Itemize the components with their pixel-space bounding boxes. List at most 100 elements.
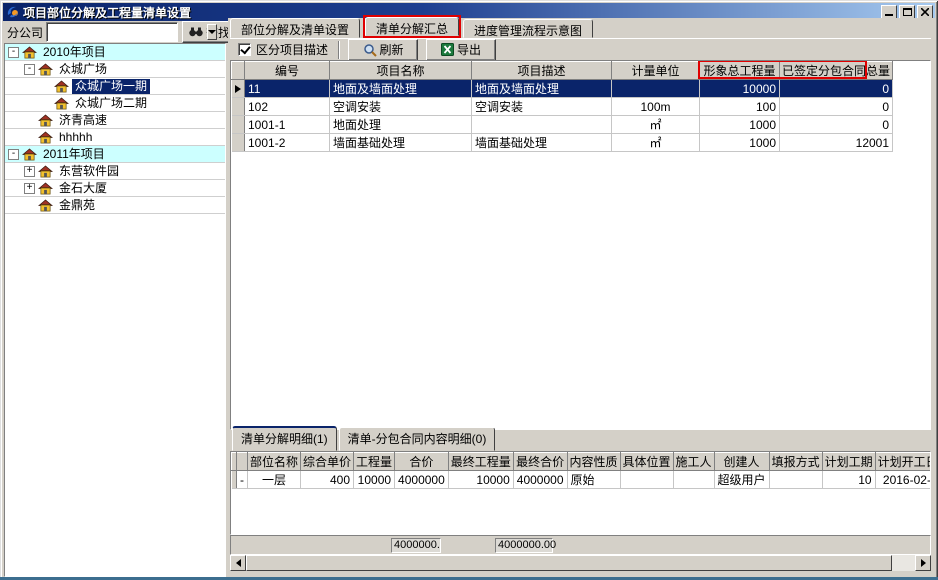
horizontal-scrollbar[interactable] [230, 555, 931, 571]
col-header-code[interactable]: 编号 [245, 62, 330, 80]
cell-unit-price[interactable]: 400 [301, 471, 354, 489]
tab-list-summary[interactable]: 清单分解汇总 [365, 17, 459, 36]
tree-item-label[interactable]: hhhhh [56, 130, 95, 145]
cell-desc[interactable]: 墙面基础处理 [472, 134, 612, 152]
cell-unit[interactable] [612, 80, 700, 98]
cell-code[interactable]: 102 [245, 98, 330, 116]
cell-total-qty[interactable]: 1000 [700, 134, 780, 152]
cell-report-mode[interactable] [769, 471, 822, 489]
cell-location[interactable] [620, 471, 673, 489]
tree-item-label-selected[interactable]: 众城广场一期 [72, 79, 150, 94]
col-header-unit[interactable]: 计量单位 [612, 62, 700, 80]
cell-unit[interactable]: ㎡ [612, 134, 700, 152]
table-row[interactable]: 102 空调安装 空调安装 100m 100 0 [232, 98, 893, 116]
tree-item-zhongcheng-phase1[interactable]: 众城广场一期 [5, 78, 225, 95]
cell-constructor[interactable] [673, 471, 714, 489]
cell-code[interactable]: 11 [245, 80, 330, 98]
cell-name[interactable]: 空调安装 [330, 98, 472, 116]
tree-item-label[interactable]: 众城广场二期 [72, 96, 150, 111]
cell-desc[interactable] [472, 116, 612, 134]
distinguish-description-checkbox-row[interactable]: 区分项目描述 [230, 41, 338, 58]
combobox-dropdown-button[interactable] [207, 24, 217, 40]
col-header-quantity[interactable]: 工程量 [354, 453, 395, 471]
scroll-left-button[interactable] [230, 555, 246, 571]
checkbox-icon[interactable] [238, 43, 251, 56]
col-header-amount[interactable]: 合价 [395, 453, 449, 471]
cell-subcontract-total[interactable]: 12001 [780, 134, 893, 152]
cell-unit[interactable]: ㎡ [612, 116, 700, 134]
col-header-plan-start-date[interactable]: 计划开工日期 [875, 453, 931, 471]
tree-item-2010[interactable]: - 2010年项目 [5, 44, 225, 61]
tree-item-label[interactable]: 东营软件园 [56, 164, 122, 179]
tree-item-label[interactable]: 金鼎苑 [56, 198, 98, 213]
cell-name[interactable]: 墙面基础处理 [330, 134, 472, 152]
col-header-report-mode[interactable]: 填报方式 [769, 453, 822, 471]
tree-item-zhongcheng[interactable]: - 众城广场 [5, 61, 225, 78]
branch-input[interactable] [47, 23, 206, 41]
cell-unit[interactable]: 100m [612, 98, 700, 116]
tab-list-detail[interactable]: 清单分解明细(1) [232, 426, 337, 451]
col-header-name[interactable]: 项目名称 [330, 62, 472, 80]
tree-item-label[interactable]: 济青高速 [56, 113, 110, 128]
tree-item-label[interactable]: 金石大厦 [56, 181, 110, 196]
cell-plan-start-date[interactable]: 2016-02-01 [875, 471, 931, 489]
col-header-part-name[interactable]: 部位名称 [248, 453, 301, 471]
tree-item-label[interactable]: 2011年项目 [40, 147, 108, 162]
tree-item-jinshi[interactable]: + 金石大厦 [5, 180, 225, 197]
col-header-final-amount[interactable]: 最终合价 [513, 453, 567, 471]
tree-item-zhongcheng-phase2[interactable]: 众城广场二期 [5, 95, 225, 112]
close-button[interactable] [917, 5, 933, 19]
cell-creator[interactable]: 超级用户 [714, 471, 769, 489]
tab-part-breakdown[interactable]: 部位分解及清单设置 [230, 18, 360, 38]
cell-final-amount[interactable]: 4000000 [513, 471, 567, 489]
col-header-subcontract-total[interactable]: 已签定分包合同总量 [780, 62, 893, 80]
cell-quantity[interactable]: 10000 [354, 471, 395, 489]
tree-item-jinding[interactable]: 金鼎苑 [5, 197, 225, 214]
tree-item-hhhhh[interactable]: hhhhh [5, 129, 225, 146]
table-row[interactable]: - 一层 400 10000 4000000 10000 4000000 原始 … [232, 471, 932, 489]
cell-amount[interactable]: 4000000 [395, 471, 449, 489]
cell-name[interactable]: 地面及墙面处理 [330, 80, 472, 98]
expand-icon[interactable]: + [24, 183, 35, 194]
cell-subcontract-total[interactable]: 0 [780, 98, 893, 116]
cell-desc[interactable]: 空调安装 [472, 98, 612, 116]
cell-part-name[interactable]: 一层 [248, 471, 301, 489]
collapse-icon[interactable]: - [24, 64, 35, 75]
col-header-content-nature[interactable]: 内容性质 [567, 453, 620, 471]
table-row[interactable]: 1001-2 墙面基础处理 墙面基础处理 ㎡ 1000 12001 [232, 134, 893, 152]
col-header-unit-price[interactable]: 综合单价 [301, 453, 354, 471]
tree-item-2011[interactable]: - 2011年项目 [5, 146, 225, 163]
col-header-constructor[interactable]: 施工人 [673, 453, 714, 471]
cell-subcontract-total[interactable]: 0 [780, 116, 893, 134]
col-header-location[interactable]: 具体位置 [620, 453, 673, 471]
tree-item-dongying[interactable]: + 东营软件园 [5, 163, 225, 180]
cell-subcontract-total[interactable]: 0 [780, 80, 893, 98]
cell-total-qty[interactable]: 1000 [700, 116, 780, 134]
col-header-plan-duration[interactable]: 计划工期 [822, 453, 875, 471]
row-expander[interactable]: - [237, 471, 248, 489]
cell-final-quantity[interactable]: 10000 [448, 471, 513, 489]
tab-subcontract-detail[interactable]: 清单-分包合同内容明细(0) [339, 427, 496, 451]
cell-total-qty[interactable]: 10000 [700, 80, 780, 98]
collapse-icon[interactable]: - [8, 149, 19, 160]
cell-total-qty[interactable]: 100 [700, 98, 780, 116]
collapse-icon[interactable]: - [8, 47, 19, 58]
minimize-button[interactable] [881, 5, 897, 19]
cell-desc[interactable]: 地面及墙面处理 [472, 80, 612, 98]
refresh-button[interactable]: 刷新 [348, 39, 418, 61]
cell-name[interactable]: 地面处理 [330, 116, 472, 134]
tab-progress-flow[interactable]: 进度管理流程示意图 [463, 19, 593, 38]
table-row[interactable]: 1001-1 地面处理 ㎡ 1000 0 [232, 116, 893, 134]
cell-plan-duration[interactable]: 10 [822, 471, 875, 489]
table-row[interactable]: 11 地面及墙面处理 地面及墙面处理 10000 0 [232, 80, 893, 98]
cell-code[interactable]: 1001-2 [245, 134, 330, 152]
cell-code[interactable]: 1001-1 [245, 116, 330, 134]
tree-item-label[interactable]: 众城广场 [56, 62, 110, 77]
maximize-button[interactable] [899, 5, 915, 19]
tree-item-label[interactable]: 2010年项目 [40, 45, 109, 60]
col-header-final-quantity[interactable]: 最终工程量 [448, 453, 513, 471]
cell-content-nature[interactable]: 原始 [567, 471, 620, 489]
expand-icon[interactable]: + [24, 166, 35, 177]
branch-combobox[interactable] [46, 22, 178, 42]
col-header-creator[interactable]: 创建人 [714, 453, 769, 471]
